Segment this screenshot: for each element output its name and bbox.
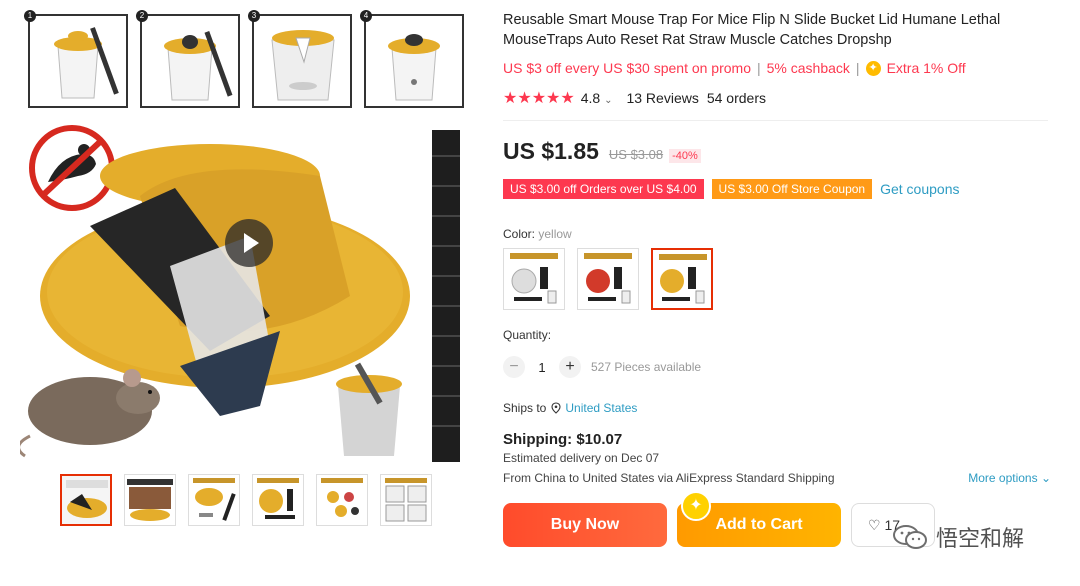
buy-now-button[interactable]: Buy Now xyxy=(503,503,667,547)
shipping-route: From China to United States via AliExpre… xyxy=(503,471,835,485)
location-pin-icon xyxy=(551,402,561,414)
promo-text[interactable]: US $3 off every US $30 spent on promo xyxy=(503,60,751,76)
color-swatches xyxy=(503,248,1053,310)
mouse-trap-illustration xyxy=(17,125,460,462)
thumbnail-2[interactable] xyxy=(124,474,176,526)
thumbnail-4[interactable] xyxy=(252,474,304,526)
play-video-button[interactable] xyxy=(225,219,273,267)
watermark: 悟空和解 xyxy=(892,521,1024,553)
coupon-row: US $3.00 off Orders over US $4.00 US $3.… xyxy=(503,179,1053,199)
bucket-step-icon xyxy=(164,31,233,101)
store-coupon[interactable]: US $3.00 Off Store Coupon xyxy=(711,179,873,199)
stock-available: 527 Pieces available xyxy=(591,360,702,374)
quantity-input[interactable]: 1 xyxy=(525,360,559,375)
reviews-link[interactable]: 13 Reviews xyxy=(626,90,698,106)
no-mouse-icon xyxy=(29,125,115,211)
rating-value[interactable]: 4.8 ⌄ xyxy=(581,90,613,106)
ships-to-label: Ships to xyxy=(503,401,547,415)
bucket-step-icon xyxy=(388,34,440,101)
wechat-icon xyxy=(893,525,927,549)
color-option-red[interactable] xyxy=(577,248,639,310)
original-price: US $3.08 xyxy=(608,147,664,162)
color-option-white[interactable] xyxy=(503,248,565,310)
quantity-label: Quantity: xyxy=(503,328,552,342)
bucket-step-icon xyxy=(54,27,119,99)
watermark-text: 悟空和解 xyxy=(936,526,1025,551)
orders-count: 54 orders xyxy=(706,90,766,106)
divider xyxy=(503,120,1048,121)
rat-image xyxy=(17,369,160,458)
estimated-delivery: Estimated delivery on Dec 07 xyxy=(503,451,660,465)
instruction-steps: 1 2 3 4 xyxy=(24,10,473,112)
separator: | xyxy=(855,60,860,76)
step-1-image: 1 xyxy=(24,10,128,108)
color-label: Color: yellow xyxy=(503,227,572,241)
star-rating-icon: ★★★★★ xyxy=(503,90,575,107)
chevron-down-icon: ⌄ xyxy=(604,95,613,106)
shipping-route-row: From China to United States via AliExpre… xyxy=(503,471,1051,485)
step-2-image: 2 xyxy=(136,10,240,108)
ships-to-row: Ships to United States xyxy=(503,401,1053,415)
thumbnail-6[interactable] xyxy=(380,474,432,526)
thumbnail-strip xyxy=(60,474,440,530)
shipping-cost: Shipping: $10.07 xyxy=(503,431,623,448)
quantity-stepper: − 1 + 527 Pieces available xyxy=(503,356,1053,378)
chevron-down-icon: ⌄ xyxy=(1040,471,1051,485)
more-options-link[interactable]: More options ⌄ xyxy=(968,471,1051,485)
separator: | xyxy=(757,60,761,76)
rating-row: ★★★★★ 4.8 ⌄ 13 Reviews 54 orders xyxy=(503,88,1053,108)
product-info-panel: Reusable Smart Mouse Trap For Mice Flip … xyxy=(503,10,1053,547)
add-to-cart-button[interactable]: ✦ Add to Cart xyxy=(677,491,841,547)
main-product-image[interactable] xyxy=(17,116,480,471)
heart-icon: ♡ xyxy=(868,517,881,533)
step-4-image: 4 xyxy=(360,10,464,108)
bucket-step-icon xyxy=(271,30,335,101)
coin-icon: ✦ xyxy=(865,60,881,76)
step-3-image: 3 xyxy=(248,10,352,108)
discount-badge: -40% xyxy=(669,149,701,163)
get-coupons-link[interactable]: Get coupons xyxy=(880,181,959,197)
thumbnail-1[interactable] xyxy=(60,474,112,526)
increase-quantity-button[interactable]: + xyxy=(559,356,581,378)
color-option-yellow[interactable] xyxy=(651,248,713,310)
thumbnail-5[interactable] xyxy=(316,474,368,526)
extra-off-text: Extra 1% Off xyxy=(886,60,966,76)
product-gallery: 1 2 3 4 xyxy=(17,8,480,578)
price-row: US $1.85 US $3.08 -40% xyxy=(503,138,1053,165)
coin-badge-icon: ✦ xyxy=(681,491,711,521)
orders-coupon[interactable]: US $3.00 off Orders over US $4.00 xyxy=(503,179,704,199)
product-title: Reusable Smart Mouse Trap For Mice Flip … xyxy=(503,12,1001,48)
cashback-text: 5% cashback xyxy=(766,60,850,76)
ships-to-country[interactable]: United States xyxy=(565,401,637,415)
decrease-quantity-button[interactable]: − xyxy=(503,356,525,378)
promo-line: US $3 off every US $30 spent on promo | … xyxy=(503,60,1053,76)
current-price: US $1.85 xyxy=(503,138,599,164)
color-value: yellow xyxy=(538,227,572,241)
thumbnail-3[interactable] xyxy=(188,474,240,526)
